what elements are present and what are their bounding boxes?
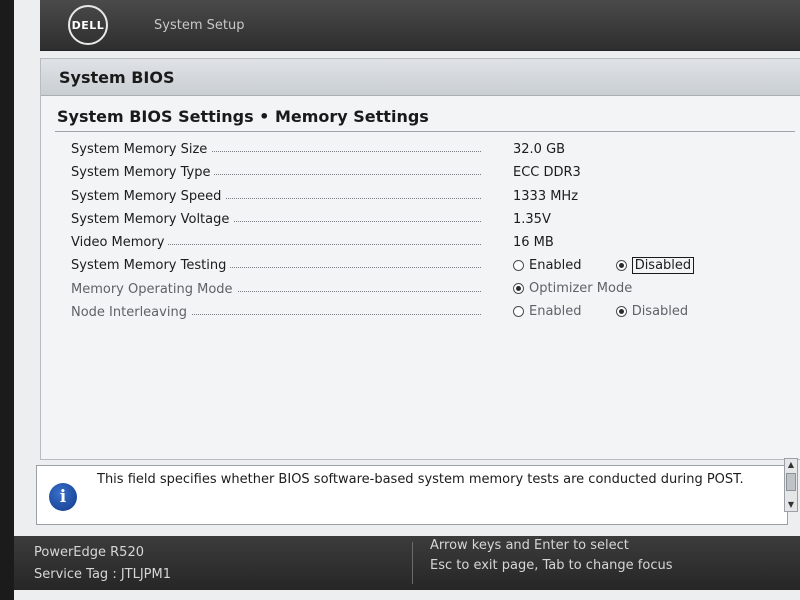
radio-label: Enabled	[529, 258, 582, 274]
radio-checked-icon[interactable]	[513, 282, 524, 294]
setting-value: 1.35V	[513, 211, 551, 227]
info-icon: i	[49, 483, 77, 511]
memory-testing-enabled-option[interactable]: Enabled	[513, 258, 582, 273]
main-panel: System BIOS System BIOS Settings • Memor…	[40, 58, 800, 460]
operating-mode-optimizer-option[interactable]: Optimizer Mode	[513, 281, 632, 296]
setting-label: System Memory Testing	[71, 258, 231, 274]
hint-exit: Esc to exit page, Tab to change focus	[430, 558, 673, 573]
page-heading: System BIOS Settings • Memory Settings	[57, 107, 429, 126]
memory-testing-disabled-option[interactable]: Disabled	[615, 257, 695, 275]
radio-label: Disabled	[631, 304, 689, 320]
footer-divider	[412, 542, 413, 584]
setting-value: 1333 MHz	[513, 188, 579, 204]
radio-checked-icon[interactable]	[615, 306, 627, 318]
setting-value: ECC DDR3	[513, 165, 581, 181]
node-interleaving-enabled-option[interactable]: Enabled	[513, 304, 582, 319]
operating-mode-radio-group: Optimizer Mode	[513, 281, 662, 298]
section-title: System BIOS	[59, 68, 175, 87]
setting-node-interleaving: Node Interleaving Enabled Disabled	[41, 302, 800, 325]
memory-testing-radio-group: Enabled Disabled	[513, 257, 724, 275]
setting-value: 32.0 GB	[513, 142, 566, 157]
keyboard-hints: Arrow keys and Enter to select Esc to ex…	[430, 536, 672, 576]
setting-memory-testing: System Memory Testing Enabled Disabled	[41, 255, 800, 278]
setting-memory-speed: System Memory Speed 1333 MHz	[41, 186, 800, 209]
radio-label: Enabled	[529, 304, 582, 320]
radio-label: Optimizer Mode	[529, 280, 633, 296]
setting-label: Node Interleaving	[71, 305, 191, 321]
node-interleaving-radio-group: Enabled Disabled	[513, 304, 718, 321]
setting-value: 16 MB	[513, 235, 554, 251]
service-tag: Service Tag : JTLJPM1	[34, 567, 172, 582]
section-bar: System BIOS	[41, 59, 800, 96]
footer: PowerEdge R520 Service Tag : JTLJPM1 Arr…	[14, 536, 800, 590]
dell-logo: DELL	[68, 5, 108, 45]
setting-memory-size: System Memory Size 32.0 GB	[41, 139, 800, 162]
settings-list: System Memory Size 32.0 GB System Memory…	[41, 139, 800, 325]
setting-label: Memory Operating Mode	[71, 281, 237, 297]
app-title: System Setup	[154, 18, 245, 33]
help-scrollbar[interactable]: ▲ ▼	[784, 458, 798, 512]
node-interleaving-disabled-option[interactable]: Disabled	[615, 304, 689, 320]
setting-label: System Memory Voltage	[71, 211, 234, 227]
setting-video-memory: Video Memory 16 MB	[41, 232, 800, 255]
setting-label: Video Memory	[71, 235, 169, 251]
radio-label-focused: Disabled	[631, 257, 695, 275]
radio-checked-icon[interactable]	[615, 260, 627, 272]
setting-memory-type: System Memory Type ECC DDR3	[41, 162, 800, 185]
setting-memory-voltage: System Memory Voltage 1.35V	[41, 209, 800, 232]
radio-unchecked-icon[interactable]	[513, 306, 524, 318]
scroll-thumb[interactable]	[786, 473, 796, 491]
scroll-down-arrow-icon[interactable]: ▼	[786, 499, 796, 511]
setting-label: System Memory Type	[71, 165, 215, 181]
radio-unchecked-icon[interactable]	[513, 260, 524, 272]
model-name: PowerEdge R520	[34, 545, 144, 560]
help-text: This field specifies whether BIOS softwa…	[97, 472, 744, 487]
scroll-up-arrow-icon[interactable]: ▲	[786, 459, 796, 471]
heading-divider	[55, 131, 795, 132]
setting-memory-operating-mode: Memory Operating Mode Optimizer Mode	[41, 279, 800, 302]
hint-select: Arrow keys and Enter to select	[430, 538, 629, 553]
setting-label: System Memory Size	[71, 142, 212, 157]
screen: DELL System Setup System BIOS System BIO…	[14, 0, 800, 600]
top-header: DELL System Setup	[40, 0, 800, 51]
system-info: PowerEdge R520 Service Tag : JTLJPM1	[34, 542, 171, 586]
setting-label: System Memory Speed	[71, 188, 226, 204]
help-panel: i This field specifies whether BIOS soft…	[36, 465, 788, 525]
